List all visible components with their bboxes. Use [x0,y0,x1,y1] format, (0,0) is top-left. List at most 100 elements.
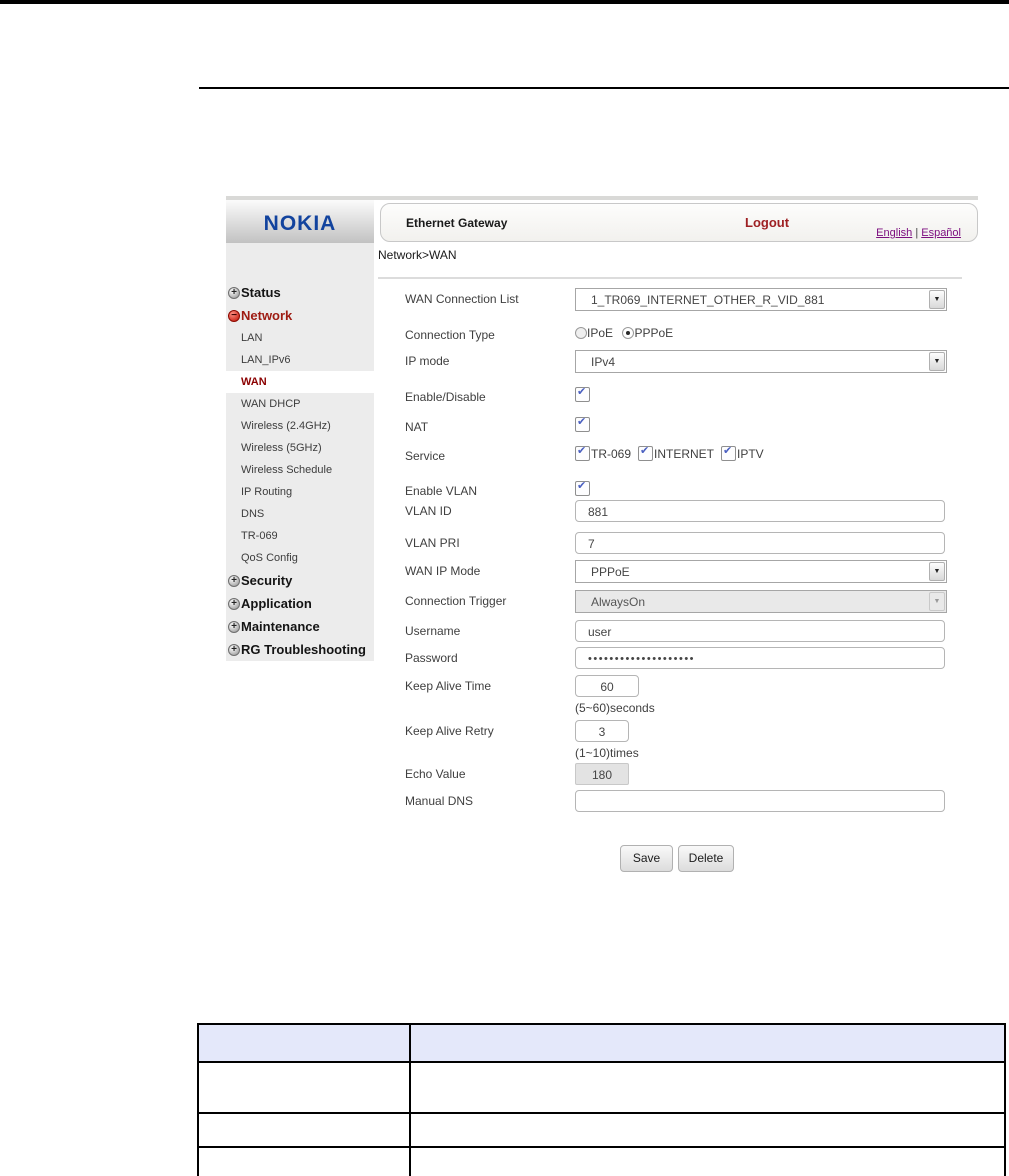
ip-mode-select[interactable]: IPv4 ▼ [575,350,947,373]
keep-alive-time-input[interactable]: 60 [575,675,639,697]
vlan-pri-input[interactable]: 7 [575,532,945,554]
page-title: Ethernet Gateway [406,216,508,230]
sidebar-item-wireless-24ghz[interactable]: Wireless (2.4GHz) [226,415,374,437]
language-separator: | [915,227,919,239]
select-value: 1_TR069_INTERNET_OTHER_R_VID_881 [591,293,825,307]
plus-glyph: + [231,574,237,586]
chevron-down-icon[interactable]: ▼ [929,562,945,581]
field-label: Manual DNS [405,794,474,808]
nokia-logo: NOKIA [226,200,374,243]
wan-connection-list-select[interactable]: 1_TR069_INTERNET_OTHER_R_VID_881 ▼ [575,288,947,311]
table-header-cell [411,1025,1004,1061]
sidebar-item-network[interactable]: − Network [226,304,374,327]
form-row-nat: NAT ✔ [405,416,970,444]
sidebar-item-dns[interactable]: DNS [226,503,374,525]
check-icon: ✔ [577,480,587,493]
sidebar-item-status[interactable]: + Status [226,281,374,304]
checkbox-label: INTERNET [654,446,715,461]
checkbox-label: IPTV [737,446,764,461]
wan-ip-mode-select[interactable]: PPPoE ▼ [575,560,947,583]
expand-plus-icon[interactable]: + [228,643,240,656]
sidebar-item-wireless-schedule[interactable]: Wireless Schedule [226,459,374,481]
chevron-down-icon: ▼ [929,592,945,611]
vlan-id-input[interactable]: 881 [575,500,945,522]
field-label: Enable VLAN [405,484,478,498]
chevron-down-icon[interactable]: ▼ [929,352,945,371]
collapse-minus-icon[interactable]: − [228,309,240,322]
connection-trigger-select: AlwaysOn ▼ [575,590,947,613]
language-link-espanol[interactable]: Español [921,227,961,239]
nat-checkbox[interactable]: ✔ [575,416,590,433]
language-link-english[interactable]: English [876,227,912,239]
table-cell [199,1114,411,1146]
check-icon: ✔ [577,386,587,399]
ipoe-radio[interactable] [575,326,587,339]
sidebar-item-label: Application [241,596,312,611]
form-row-manual-dns: Manual DNS [405,790,970,818]
sidebar-menu: + Status − Network LAN LAN_IPv6 WAN WAN … [226,281,374,661]
field-label: NAT [405,420,429,434]
form-row-vlan-pri: VLAN PRI 7 [405,532,970,560]
sidebar-item-maintenance[interactable]: + Maintenance [226,615,374,638]
service-iptv-checkbox[interactable]: ✔ [721,445,737,462]
expand-plus-icon[interactable]: + [228,286,240,299]
chevron-down-icon[interactable]: ▼ [929,290,945,309]
service-tr069-checkbox[interactable]: ✔ [575,445,590,462]
sidebar-item-wan-dhcp[interactable]: WAN DHCP [226,393,374,415]
expand-plus-icon[interactable]: + [228,597,240,610]
manual-dns-input[interactable] [575,790,945,812]
enable-vlan-checkbox[interactable]: ✔ [575,480,590,497]
plus-glyph: + [231,620,237,632]
sidebar: NOKIA + Status − Network LAN LAN_IPv6 WA… [226,200,374,661]
sidebar-item-tr069[interactable]: TR-069 [226,525,374,547]
expand-plus-icon[interactable]: + [228,574,240,587]
sidebar-item-ip-routing[interactable]: IP Routing [226,481,374,503]
field-label: Keep Alive Retry [405,724,494,738]
table-row [199,1063,1004,1114]
document-page: NOKIA + Status − Network LAN LAN_IPv6 WA… [0,0,1009,1176]
keep-alive-retry-input[interactable]: 3 [575,720,629,742]
field-label: Echo Value [405,767,466,781]
table-header-row [199,1025,1004,1063]
sidebar-item-application[interactable]: + Application [226,592,374,615]
delete-button[interactable]: Delete [678,845,734,872]
sidebar-item-rg-troubleshooting[interactable]: + RG Troubleshooting [226,638,374,661]
page-top-bar [0,0,1009,4]
table-cell [199,1148,411,1176]
table-cell [199,1063,411,1112]
sidebar-item-label: Wireless (5GHz) [241,442,322,454]
input-value: 7 [588,537,595,551]
form-row-keep-alive-retry: Keep Alive Retry 3 (1~10)times [405,720,970,764]
form-row-echo-value: Echo Value 180 [405,763,970,791]
sidebar-item-label: Wireless (2.4GHz) [241,420,331,432]
form-row-connection-type: Connection Type IPoE PPPoE [405,324,970,352]
sidebar-item-lan-ipv6[interactable]: LAN_IPv6 [226,349,374,371]
enable-disable-checkbox[interactable]: ✔ [575,386,590,403]
check-icon: ✔ [640,445,650,458]
save-button[interactable]: Save [620,845,673,872]
sidebar-item-label: Maintenance [241,619,320,634]
table-header-cell [199,1025,411,1061]
pppoe-radio[interactable] [622,326,635,339]
sidebar-item-label: LAN [241,332,263,344]
password-input[interactable]: •••••••••••••••••••• [575,647,945,669]
username-input[interactable]: user [575,620,945,642]
form-row-username: Username user [405,620,970,648]
sidebar-item-label: WAN [241,376,267,388]
logout-button[interactable]: Logout [745,215,789,230]
sidebar-item-qos-config[interactable]: QoS Config [226,547,374,569]
select-value: PPPoE [591,565,630,579]
echo-value-input: 180 [575,763,629,785]
field-label: Keep Alive Time [405,679,492,693]
service-internet-checkbox[interactable]: ✔ [638,445,654,462]
select-value: IPv4 [591,355,616,369]
sidebar-item-wireless-5ghz[interactable]: Wireless (5GHz) [226,437,374,459]
sidebar-item-security[interactable]: + Security [226,569,374,592]
sidebar-item-lan[interactable]: LAN [226,327,374,349]
sidebar-item-label: QoS Config [241,552,298,564]
sidebar-item-wan[interactable]: WAN [226,371,374,393]
connection-type-radios: IPoE PPPoE [575,324,678,342]
expand-plus-icon[interactable]: + [228,620,240,633]
table-row [199,1148,1004,1176]
check-icon: ✔ [577,445,587,458]
